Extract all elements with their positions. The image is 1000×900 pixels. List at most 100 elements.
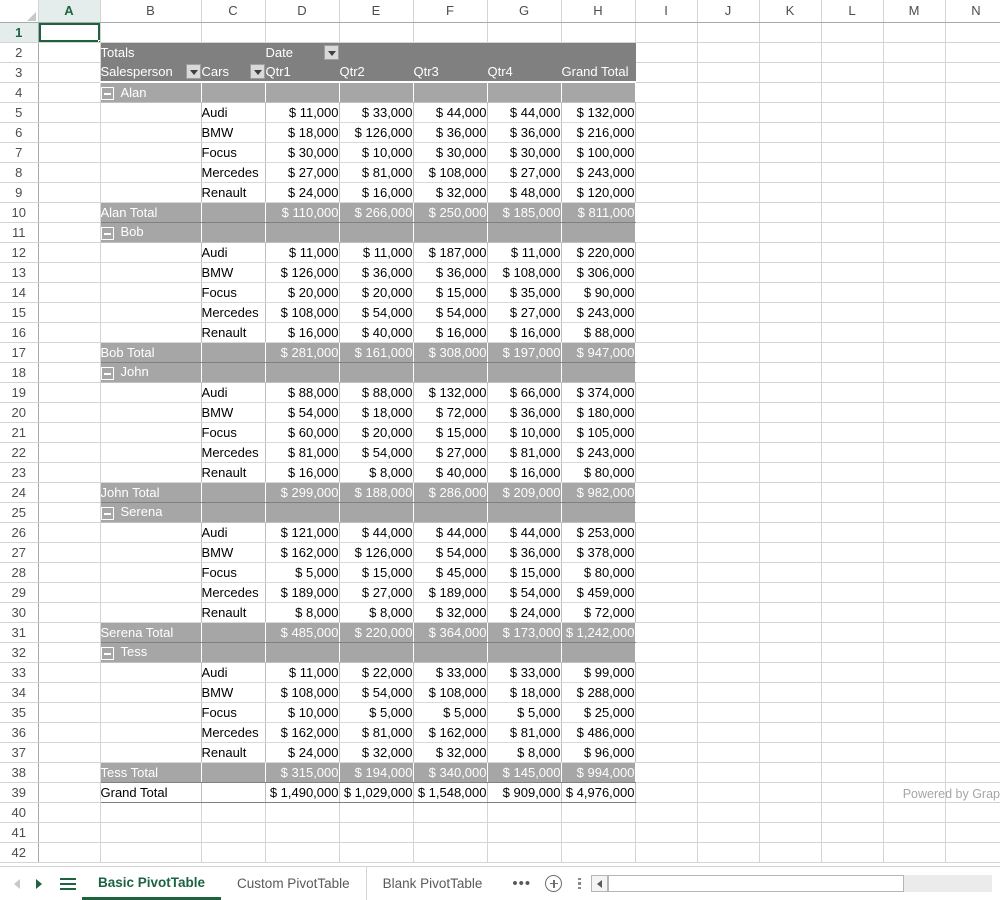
pivot-subtotal-value[interactable]: $ 173,000 [487, 622, 562, 643]
grid-cell[interactable] [821, 462, 884, 483]
grid-cell[interactable] [38, 562, 101, 583]
column-header-j[interactable]: J [697, 0, 760, 23]
grid-cell[interactable] [759, 482, 822, 503]
pivot-blank-cell[interactable] [100, 282, 202, 303]
grid-cell[interactable] [635, 462, 698, 483]
row-header-4[interactable]: 4 [0, 82, 39, 103]
pivot-subtotal-value[interactable]: $ 1,242,000 [561, 622, 636, 643]
grid-cell[interactable] [821, 62, 884, 83]
collapse-minus-icon[interactable] [100, 86, 114, 100]
grid-cell[interactable] [697, 742, 760, 763]
grid-cell[interactable] [945, 342, 1000, 363]
row-header-11[interactable]: 11 [0, 222, 39, 243]
grid-cell[interactable] [635, 502, 698, 523]
grid-cell[interactable] [100, 802, 202, 823]
grid-cell[interactable] [635, 322, 698, 343]
grid-cell[interactable] [697, 42, 760, 63]
pivot-blank-cell[interactable] [100, 322, 202, 343]
pivot-value-cell[interactable]: $ 10,000 [487, 422, 562, 443]
grid-cell[interactable] [945, 22, 1000, 43]
sheet-tab-custom-pivottable[interactable]: Custom PivotTable [221, 867, 366, 900]
column-header-n[interactable]: N [945, 0, 1000, 23]
pivot-value-cell[interactable]: $ 16,000 [487, 322, 562, 343]
grid-cell[interactable] [821, 482, 884, 503]
grid-cell[interactable] [38, 582, 101, 603]
pivot-value-cell[interactable]: $ 5,000 [487, 702, 562, 723]
grid-cell[interactable] [697, 22, 760, 43]
grid-cell[interactable] [38, 202, 101, 223]
grid-cell[interactable] [697, 182, 760, 203]
grid-cell[interactable] [759, 402, 822, 423]
pivot-value-cell[interactable]: $ 243,000 [561, 442, 636, 463]
pivot-value-cell[interactable]: $ 90,000 [561, 282, 636, 303]
grid-cell[interactable] [487, 822, 562, 843]
grid-cell[interactable] [635, 522, 698, 543]
pivot-value-cell[interactable]: $ 11,000 [487, 242, 562, 263]
pivot-value-cell[interactable]: $ 66,000 [487, 382, 562, 403]
grid-cell[interactable] [697, 822, 760, 843]
grid-cell[interactable] [697, 82, 760, 103]
grid-cell[interactable] [38, 742, 101, 763]
pivot-subtotal-value[interactable]: $ 209,000 [487, 482, 562, 503]
pivot-value-cell[interactable]: $ 15,000 [487, 562, 562, 583]
pivot-value-cell[interactable]: $ 48,000 [487, 182, 562, 203]
grid-cell[interactable] [759, 702, 822, 723]
grid-cell[interactable] [945, 222, 1000, 243]
grid-cell[interactable] [759, 722, 822, 743]
grid-cell[interactable] [821, 502, 884, 523]
grid-cell[interactable] [697, 542, 760, 563]
grid-cell[interactable] [883, 562, 946, 583]
grid-cell[interactable] [821, 722, 884, 743]
pivot-value-cell[interactable]: $ 18,000 [487, 682, 562, 703]
grid-cell[interactable] [100, 822, 202, 843]
grid-cell[interactable] [759, 602, 822, 623]
grid-cell[interactable] [945, 362, 1000, 383]
pivot-value-cell[interactable]: $ 36,000 [413, 122, 488, 143]
grid-cell[interactable] [697, 462, 760, 483]
pivot-value-cell[interactable]: $ 54,000 [339, 682, 414, 703]
pivot-value-cell[interactable]: $ 36,000 [413, 262, 488, 283]
grid-cell[interactable] [38, 402, 101, 423]
previous-sheet-arrow-icon[interactable] [14, 878, 20, 889]
row-header-36[interactable]: 36 [0, 722, 39, 743]
grid-cell[interactable] [38, 662, 101, 683]
pivot-blank-cell[interactable] [100, 602, 202, 623]
grid-cell[interactable] [945, 642, 1000, 663]
row-header-29[interactable]: 29 [0, 582, 39, 603]
collapse-minus-icon[interactable] [100, 366, 114, 380]
pivot-grand-total-value[interactable]: $ 909,000 [487, 781, 562, 803]
grid-cell[interactable] [339, 822, 414, 843]
grid-cell[interactable] [883, 602, 946, 623]
grid-cell[interactable] [945, 322, 1000, 343]
pivot-value-cell[interactable]: $ 162,000 [265, 542, 340, 563]
pivot-value-cell[interactable]: $ 20,000 [339, 282, 414, 303]
pivot-grand-total-value[interactable]: $ 1,548,000 [413, 781, 488, 803]
grid-cell[interactable] [38, 282, 101, 303]
grid-cell[interactable] [759, 742, 822, 763]
grid-cell[interactable] [821, 262, 884, 283]
pivot-subtotal-value[interactable]: $ 485,000 [265, 622, 340, 643]
pivot-value-cell[interactable]: $ 108,000 [265, 682, 340, 703]
grid-cell[interactable] [821, 642, 884, 663]
grid-cell[interactable] [635, 562, 698, 583]
pivot-value-cell[interactable]: $ 72,000 [413, 402, 488, 423]
sheet-tab-basic-pivottable[interactable]: Basic PivotTable [82, 867, 222, 900]
pivot-value-cell[interactable]: $ 18,000 [339, 402, 414, 423]
grid-cell[interactable] [635, 422, 698, 443]
column-header-h[interactable]: H [561, 0, 636, 23]
row-header-34[interactable]: 34 [0, 682, 39, 703]
pivot-value-cell[interactable]: $ 10,000 [339, 142, 414, 163]
grid-cell[interactable] [38, 302, 101, 323]
grid-cell[interactable] [413, 22, 488, 43]
grid-cell[interactable] [883, 702, 946, 723]
pivot-value-cell[interactable]: $ 378,000 [561, 542, 636, 563]
grid-cell[interactable] [38, 842, 101, 863]
grid-cell[interactable] [759, 342, 822, 363]
pivot-value-cell[interactable]: $ 108,000 [413, 682, 488, 703]
pivot-value-cell[interactable]: $ 54,000 [413, 542, 488, 563]
pivot-value-cell[interactable]: $ 81,000 [265, 442, 340, 463]
grid-cell[interactable] [945, 822, 1000, 843]
row-header-7[interactable]: 7 [0, 142, 39, 163]
grid-cell[interactable] [759, 362, 822, 383]
pivot-value-cell[interactable]: $ 16,000 [265, 462, 340, 483]
